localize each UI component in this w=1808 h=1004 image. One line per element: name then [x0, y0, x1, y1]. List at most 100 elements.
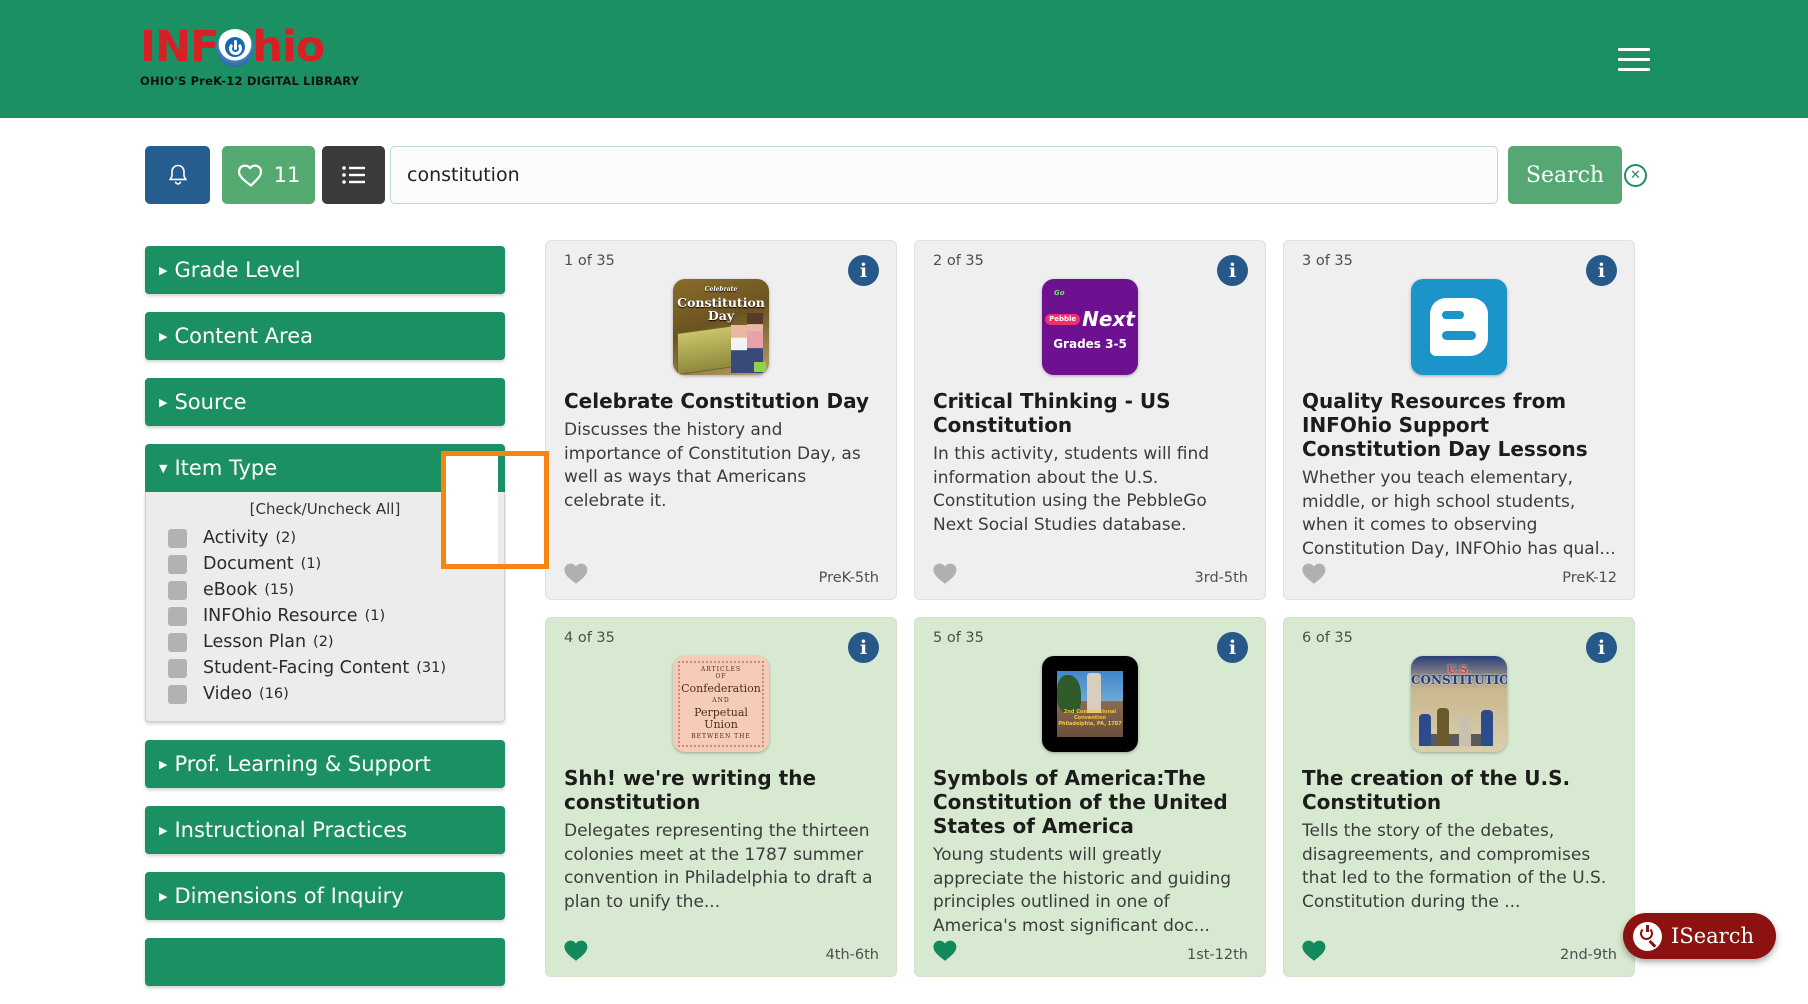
result-card[interactable]: 1 of 35 i CelebrateConstitutionDay Celeb… [545, 240, 897, 600]
logo-text-inf: INF [140, 22, 218, 72]
option-label: Activity [203, 528, 268, 548]
result-card[interactable]: 2 of 35 i Pebble Next Go Grades 3-5 Crit… [914, 240, 1266, 600]
result-thumbnail [1411, 279, 1507, 375]
option-label: INFOhio Resource [203, 606, 358, 626]
item-type-option-ebook[interactable]: eBook (15) [146, 577, 504, 603]
option-count: (2) [275, 530, 296, 546]
result-title[interactable]: Critical Thinking - US Constitution [933, 389, 1247, 437]
thumb-caption-line2: Philadelphia, PA, 1787 [1058, 721, 1121, 727]
result-thumbnail: CelebrateConstitutionDay [673, 279, 769, 375]
facet-label: Grade Level [174, 258, 300, 282]
search-button[interactable]: Search [1508, 146, 1622, 204]
item-type-option-lesson-plan[interactable]: Lesson Plan (2) [146, 629, 504, 655]
info-icon[interactable]: i [1586, 632, 1617, 663]
item-type-option-student-facing-content[interactable]: Student-Facing Content (31) [146, 655, 504, 681]
favorite-heart-button[interactable] [1301, 938, 1328, 963]
grade-range: 1st-12th [1187, 947, 1248, 963]
option-count: (1) [301, 556, 322, 572]
grade-range: 3rd-5th [1195, 570, 1248, 586]
infohio-logo[interactable]: INFhio OHIO'S PreK-12 DIGITAL LIBRARY [140, 22, 340, 96]
result-title[interactable]: Shh! we're writing the constitution [564, 766, 878, 814]
info-icon[interactable]: i [1586, 255, 1617, 286]
result-title[interactable]: Symbols of America:The Constitution of t… [933, 766, 1247, 838]
result-thumbnail: Pebble Next Go Grades 3-5 [1042, 279, 1138, 375]
option-count: (16) [259, 686, 289, 702]
result-index: 6 of 35 [1302, 630, 1616, 646]
blogger-logo-icon [1430, 298, 1488, 356]
alerts-button[interactable] [145, 146, 210, 204]
option-count: (15) [264, 582, 294, 598]
thumbnail-wrap [1302, 273, 1616, 381]
chevron-right-icon: ▶ [159, 891, 167, 902]
result-title[interactable]: Quality Resources from INFOhio Support C… [1302, 389, 1616, 461]
favorite-heart-button[interactable] [932, 938, 959, 963]
thumb-text-go: Go [1054, 289, 1065, 297]
result-card[interactable]: 3 of 35 i Quality Resources from INFOhio… [1283, 240, 1635, 600]
logo-wordmark: INF hio [140, 22, 340, 72]
search-input[interactable]: constitution [390, 146, 1498, 204]
item-type-option-video[interactable]: Video (16) [146, 681, 504, 707]
result-description: Delegates representing the thirteen colo… [564, 820, 878, 914]
sidebar-facet-dimensions-of-inquiry[interactable]: ▶ Dimensions of Inquiry [145, 872, 505, 920]
result-description: In this activity, students will find inf… [933, 443, 1247, 537]
hamburger-menu-icon[interactable] [1618, 48, 1650, 72]
result-thumbnail: ARTICLES OF Confederation AND Perpetual … [673, 656, 769, 752]
info-icon[interactable]: i [1217, 255, 1248, 286]
sidebar-facet-grade-level[interactable]: ▶ Grade Level [145, 246, 505, 294]
result-index: 4 of 35 [564, 630, 878, 646]
clear-search-icon[interactable]: ✕ [1624, 164, 1647, 187]
grade-range: PreK-12 [1562, 570, 1617, 586]
info-icon[interactable]: i [848, 632, 879, 663]
result-card[interactable]: 5 of 35 i 2nd Constitutional Convention … [914, 617, 1266, 977]
heart-filled-icon [1301, 561, 1328, 586]
heart-filled-icon [563, 938, 590, 963]
heart-filled-icon [1301, 938, 1328, 963]
logo-text-hio: hio [252, 22, 324, 72]
thumb-text-perpetual-union: Perpetual Union [680, 707, 762, 732]
item-type-option-infohio-resource[interactable]: INFOhio Resource (1) [146, 603, 504, 629]
facet-label: Instructional Practices [174, 818, 407, 842]
sidebar-facet-content-area[interactable]: ▶ Content Area [145, 312, 505, 360]
favorites-button[interactable]: 11 [222, 146, 315, 204]
info-icon[interactable]: i [1217, 632, 1248, 663]
checkbox-icon[interactable] [168, 607, 187, 626]
heart-filled-icon [563, 561, 590, 586]
result-card[interactable]: 4 of 35 i ARTICLES OF Confederation AND … [545, 617, 897, 977]
favorite-heart-button[interactable] [563, 938, 590, 963]
thumb-text-next: Next [1082, 307, 1135, 331]
result-description: Whether you teach elementary, middle, or… [1302, 467, 1616, 561]
sidebar-facet-extra[interactable] [145, 938, 505, 986]
sidebar-facet-source[interactable]: ▶ Source [145, 378, 505, 426]
option-count: (1) [365, 608, 386, 624]
thumb-caption-line1: 2nd Constitutional Convention [1064, 709, 1116, 721]
power-symbol-icon [216, 29, 254, 67]
isearch-floating-button[interactable]: ISearch [1623, 913, 1776, 959]
thumbnail-wrap: 2nd Constitutional Convention Philadelph… [933, 650, 1247, 758]
checkbox-icon[interactable] [168, 555, 187, 574]
checkbox-icon[interactable] [168, 659, 187, 678]
favorite-heart-button[interactable] [1301, 561, 1328, 586]
grade-range: 4th-6th [826, 947, 879, 963]
favorite-heart-button[interactable] [932, 561, 959, 586]
result-thumbnail: 2nd Constitutional Convention Philadelph… [1042, 656, 1138, 752]
result-description: Young students will greatly appreciate t… [933, 844, 1247, 938]
favorite-heart-button[interactable] [563, 561, 590, 586]
heart-outline-icon [237, 163, 265, 188]
thumb-text-day: Day [708, 308, 734, 323]
sidebar-facet-prof-learning-support[interactable]: ▶ Prof. Learning & Support [145, 740, 505, 788]
result-index: 1 of 35 [564, 253, 878, 269]
option-label: Student-Facing Content [203, 658, 409, 678]
info-icon[interactable]: i [848, 255, 879, 286]
list-view-button[interactable] [322, 146, 385, 204]
result-card[interactable]: 6 of 35 i U.S.CONSTITUTION The creation … [1283, 617, 1635, 977]
site-header: INFhio OHIO'S PreK-12 DIGITAL LIBRARY [0, 0, 1808, 118]
checkbox-icon[interactable] [168, 529, 187, 548]
chevron-right-icon: ▶ [159, 825, 167, 836]
checkbox-icon[interactable] [168, 581, 187, 600]
result-title[interactable]: Celebrate Constitution Day [564, 389, 878, 413]
result-title[interactable]: The creation of the U.S. Constitution [1302, 766, 1616, 814]
sidebar-facet-instructional-practices[interactable]: ▶ Instructional Practices [145, 806, 505, 854]
checkbox-icon[interactable] [168, 685, 187, 704]
option-count: (2) [313, 634, 334, 650]
checkbox-icon[interactable] [168, 633, 187, 652]
